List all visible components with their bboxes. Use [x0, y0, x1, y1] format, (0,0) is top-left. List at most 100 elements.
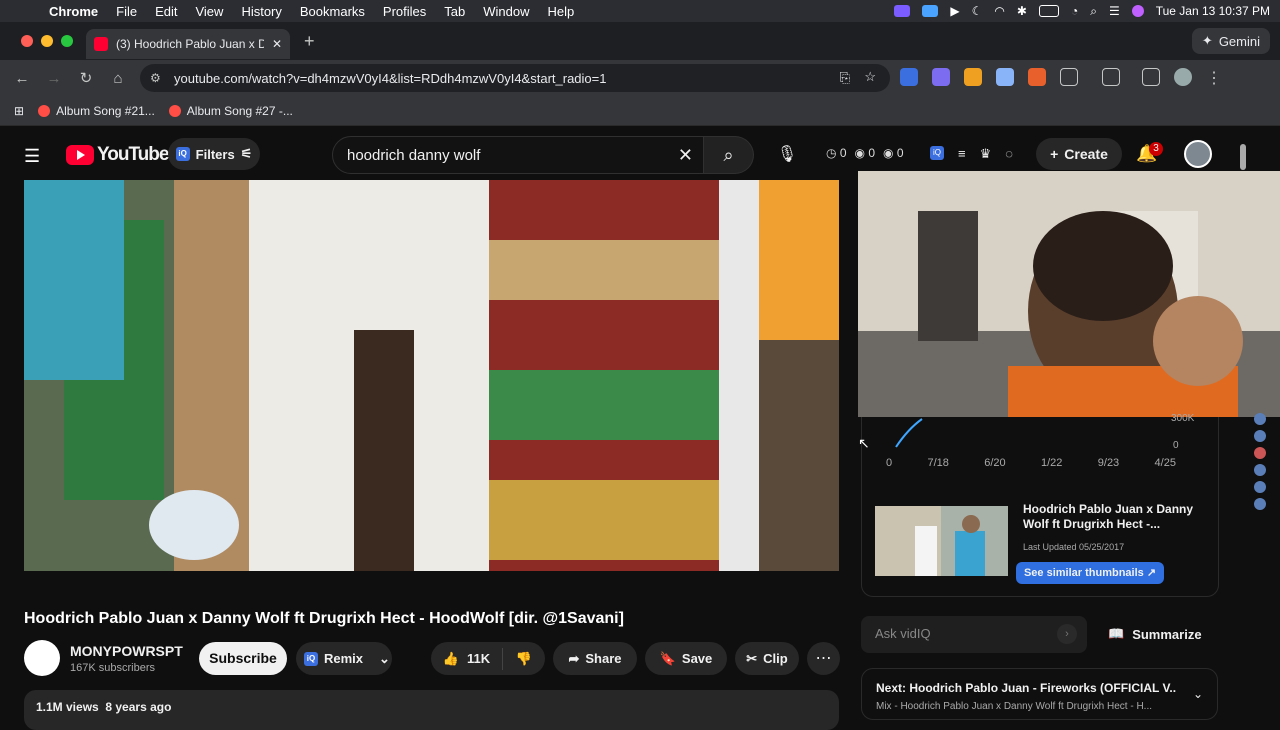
- x-tick: 1/22: [1041, 457, 1063, 469]
- menu-tab[interactable]: Tab: [435, 4, 474, 19]
- install-app-icon[interactable]: ⎘: [840, 70, 850, 86]
- zoom-window-button[interactable]: [61, 35, 73, 47]
- similar-video-title[interactable]: Hoodrich Pablo Juan x Danny Wolf ft Drug…: [1023, 502, 1203, 532]
- search-button[interactable]: ⌕: [704, 136, 754, 174]
- side-panel-icon[interactable]: [1102, 68, 1120, 86]
- profile-avatar[interactable]: [1174, 68, 1192, 86]
- tab-search-icon[interactable]: [1142, 68, 1160, 86]
- rail-tool-icon[interactable]: [1254, 498, 1266, 510]
- channel-name[interactable]: MONYPOWRSPT: [70, 643, 183, 659]
- vidiq-filters-button[interactable]: iQ Filters ⚟: [168, 138, 260, 170]
- ask-vidiq-input[interactable]: Ask vidIQ ›: [861, 616, 1087, 653]
- home-icon[interactable]: ⌂: [102, 70, 134, 87]
- battery-icon[interactable]: [1038, 5, 1059, 17]
- account-avatar[interactable]: [1184, 140, 1212, 168]
- extension-icon[interactable]: [964, 68, 982, 86]
- next-in-playlist[interactable]: Next: Hoodrich Pablo Juan - Fireworks (O…: [861, 668, 1218, 720]
- minimize-window-button[interactable]: [41, 35, 53, 47]
- site-info-icon[interactable]: ⚙: [150, 71, 161, 85]
- menu-edit[interactable]: Edit: [146, 4, 186, 19]
- menu-window[interactable]: Window: [474, 4, 538, 19]
- puzzle-icon[interactable]: [1060, 68, 1078, 86]
- back-icon[interactable]: ←: [6, 70, 38, 87]
- moon-icon[interactable]: ☾: [972, 4, 983, 18]
- video-player[interactable]: [24, 180, 839, 571]
- bookmark-item[interactable]: Album Song #21...: [38, 104, 155, 118]
- menu-bookmarks[interactable]: Bookmarks: [291, 4, 374, 19]
- vidiq-header-tools: iQ ≡ ♛ ◌: [930, 146, 1013, 162]
- see-similar-thumbnails-button[interactable]: See similar thumbnails ↗: [1016, 562, 1164, 584]
- save-button[interactable]: 🔖 Save: [645, 642, 727, 675]
- address-bar[interactable]: ⚙ youtube.com/watch?v=dh4mzwV0yI4&list=R…: [140, 64, 890, 92]
- chat-icon[interactable]: ◌: [1005, 146, 1013, 162]
- reload-icon[interactable]: ↻: [70, 69, 102, 87]
- chevron-right-icon[interactable]: ›: [1057, 624, 1077, 644]
- clip-label: Clip: [763, 651, 788, 666]
- extension-icon[interactable]: [932, 68, 950, 86]
- youtube-logo[interactable]: YouTube: [66, 144, 169, 166]
- siri-icon[interactable]: [1131, 5, 1144, 17]
- apps-grid-icon[interactable]: ⊞: [14, 104, 24, 118]
- clear-search-icon[interactable]: ✕: [678, 145, 693, 166]
- bookmark-star-icon[interactable]: ☆: [864, 69, 876, 85]
- wifi-icon[interactable]: ◔: [1071, 4, 1078, 18]
- remix-button[interactable]: iQ Remix ⌄: [296, 642, 392, 675]
- menu-app-name[interactable]: Chrome: [40, 4, 107, 19]
- screen-record-icon[interactable]: [894, 5, 911, 17]
- shield-extension-icon[interactable]: [996, 68, 1014, 86]
- chevron-down-icon[interactable]: ⌄: [379, 651, 390, 667]
- chevron-down-icon[interactable]: ⌄: [1193, 687, 1203, 701]
- rail-tool-icon[interactable]: [1254, 447, 1266, 459]
- forward-icon[interactable]: →: [38, 70, 70, 87]
- trophy-icon[interactable]: ♛: [980, 146, 992, 162]
- share-button[interactable]: ➦ Share: [553, 642, 637, 675]
- close-tab-icon[interactable]: ✕: [272, 37, 282, 51]
- rail-tool-icon[interactable]: [1254, 481, 1266, 493]
- address-text: youtube.com/watch?v=dh4mzwV0yI4&list=RDd…: [174, 70, 607, 86]
- list-icon[interactable]: ≡: [958, 146, 966, 162]
- extension-icon[interactable]: [1028, 68, 1046, 86]
- active-tab[interactable]: (3) Hoodrich Pablo Juan x Da ✕: [86, 29, 290, 59]
- vidiq-extension-icon[interactable]: [900, 68, 918, 86]
- menubar-clock[interactable]: Tue Jan 13 10:37 PM: [1156, 4, 1270, 18]
- control-center-icon[interactable]: ☰: [1109, 4, 1120, 18]
- clip-button[interactable]: ✂ Clip: [735, 642, 799, 675]
- like-button[interactable]: 👍 11K: [431, 647, 503, 670]
- save-label: Save: [681, 651, 713, 666]
- similar-video-thumbnail[interactable]: [875, 506, 1008, 576]
- hamburger-menu-icon[interactable]: ☰: [24, 146, 40, 167]
- channel-avatar[interactable]: [24, 640, 60, 676]
- close-window-button[interactable]: [21, 35, 33, 47]
- headphones-icon[interactable]: ◠: [994, 4, 1004, 18]
- rail-tool-icon[interactable]: [1254, 464, 1266, 476]
- gemini-button[interactable]: ✦ Gemini: [1191, 28, 1270, 54]
- search-icon[interactable]: ⌕: [1090, 4, 1097, 19]
- menu-file[interactable]: File: [107, 4, 146, 19]
- app-status-icon[interactable]: [922, 5, 939, 17]
- summarize-label: Summarize: [1132, 626, 1202, 642]
- voice-search-button[interactable]: 🎙: [770, 136, 804, 174]
- rail-tool-icon[interactable]: [1254, 413, 1266, 425]
- extensions-row: ⋮: [900, 68, 1222, 88]
- description-box[interactable]: 1.1M views 8 years ago: [24, 690, 839, 730]
- rail-tool-icon[interactable]: [1254, 430, 1266, 442]
- bookmark-item[interactable]: Album Song #27 -...: [168, 104, 293, 118]
- bluetooth-icon[interactable]: ✱: [1017, 4, 1027, 18]
- vidiq-icon[interactable]: iQ: [930, 146, 944, 160]
- create-button[interactable]: + Create: [1036, 138, 1122, 170]
- summarize-button[interactable]: 📖 Summarize: [1108, 626, 1202, 642]
- dislike-button[interactable]: 👎: [503, 651, 545, 667]
- like-count: 11K: [467, 651, 491, 666]
- menu-profiles[interactable]: Profiles: [374, 4, 435, 19]
- menu-view[interactable]: View: [186, 4, 232, 19]
- page-scrollbar[interactable]: [1240, 144, 1246, 170]
- menu-history[interactable]: History: [232, 4, 290, 19]
- menu-help[interactable]: Help: [539, 4, 584, 19]
- new-tab-button[interactable]: +: [304, 31, 315, 52]
- subscribe-button[interactable]: Subscribe: [199, 642, 287, 675]
- play-status-icon[interactable]: ▶: [950, 4, 959, 18]
- more-actions-button[interactable]: ⋯: [807, 642, 840, 675]
- search-input[interactable]: hoodrich danny wolf ✕: [332, 136, 704, 174]
- chrome-toolbar: ← → ↻ ⌂ ⚙ youtube.com/watch?v=dh4mzwV0yI…: [0, 60, 1280, 96]
- kebab-menu-icon[interactable]: ⋮: [1206, 68, 1222, 88]
